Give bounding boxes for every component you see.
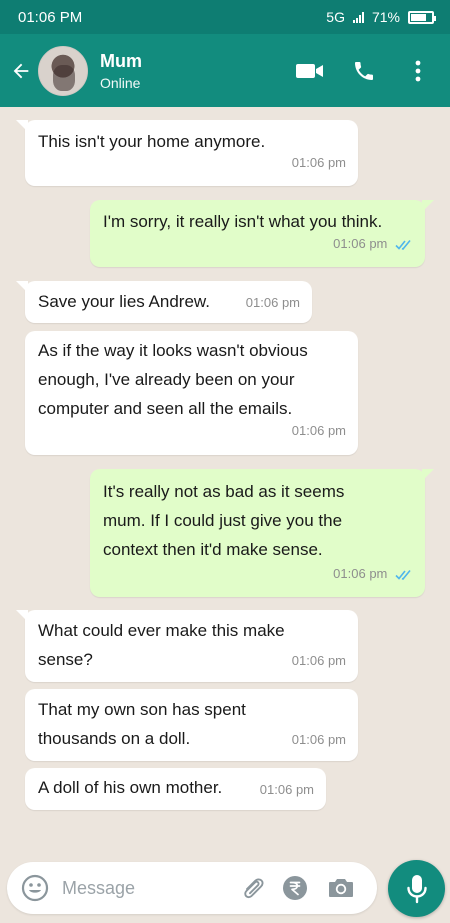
message-input-box[interactable] xyxy=(7,862,377,914)
back-arrow-icon[interactable] xyxy=(4,51,38,91)
message-time: 01:06 pm xyxy=(291,732,346,747)
message-line: A doll of his own mother. xyxy=(38,778,223,797)
message-incoming[interactable]: This isn't your home anymore. 01:06 pm xyxy=(16,120,358,186)
message-text: Save your lies Andrew. xyxy=(38,287,210,316)
chat-header: Mum Online xyxy=(0,34,450,107)
message-incoming[interactable]: What could ever make this make sense? 01… xyxy=(16,610,358,682)
message-line: That my own son has spent xyxy=(38,700,246,719)
message-time: 01:06 pm xyxy=(333,229,413,258)
network-label: 5G xyxy=(326,9,345,25)
video-call-icon[interactable] xyxy=(292,53,328,89)
message-incoming[interactable]: Save your lies Andrew. 01:06 pm xyxy=(16,281,312,323)
camera-icon[interactable] xyxy=(326,873,356,903)
message-time: 01:06 pm xyxy=(291,155,346,170)
message-line: As if the way it looks wasn't obvious xyxy=(38,341,308,360)
double-tick-icon xyxy=(395,569,411,580)
message-outgoing[interactable]: It's really not as bad as it seems mum. … xyxy=(90,469,434,597)
status-bar: 01:06 PM 5G 71% xyxy=(0,0,450,34)
message-text: As if the way it looks wasn't obvious en… xyxy=(38,336,308,423)
message-line: It's really not as bad as it seems xyxy=(103,482,345,501)
battery-icon xyxy=(408,10,436,24)
composer xyxy=(0,858,450,920)
message-line: What could ever make this make xyxy=(38,621,285,640)
message-time: 01:06 pm xyxy=(245,295,300,310)
message-text: It's really not as bad as it seems mum. … xyxy=(103,477,344,564)
message-line: mum. If I could just give you the xyxy=(103,511,343,530)
message-line: enough, I've already been on your xyxy=(38,370,295,389)
message-line: sense? xyxy=(38,650,93,669)
message-text: This isn't your home anymore. xyxy=(38,127,265,156)
status-right: 5G 71% xyxy=(326,9,436,25)
contact-name: Mum xyxy=(100,51,142,71)
message-text: What could ever make this make sense? xyxy=(38,616,285,674)
attach-icon[interactable] xyxy=(238,873,268,903)
more-options-icon[interactable] xyxy=(400,53,436,89)
phone-icon[interactable] xyxy=(346,53,382,89)
message-time: 01:06 pm xyxy=(259,782,314,797)
mic-button[interactable] xyxy=(388,860,445,917)
message-incoming[interactable]: A doll of his own mother. 01:06 pm xyxy=(25,768,326,810)
rupee-icon[interactable] xyxy=(280,873,310,903)
message-incoming[interactable]: That my own son has spent thousands on a… xyxy=(25,689,358,761)
double-tick-icon xyxy=(395,239,411,250)
header-actions xyxy=(292,53,436,89)
message-line: context then it'd make sense. xyxy=(103,540,323,559)
status-time: 01:06 PM xyxy=(18,8,83,26)
contact-status: Online xyxy=(100,75,141,91)
message-incoming[interactable]: As if the way it looks wasn't obvious en… xyxy=(25,331,358,455)
message-time: 01:06 pm xyxy=(333,559,413,588)
message-time-text: 01:06 pm xyxy=(333,566,388,581)
message-text: A doll of his own mother. xyxy=(38,773,222,802)
mic-icon xyxy=(406,874,427,903)
message-line: thousands on a doll. xyxy=(38,729,191,748)
contact-info[interactable]: Mum Online xyxy=(100,50,292,91)
message-text: That my own son has spent thousands on a… xyxy=(38,695,246,753)
emoji-icon[interactable] xyxy=(20,873,50,903)
avatar[interactable] xyxy=(38,45,88,96)
message-line: computer and seen all the emails. xyxy=(38,399,293,418)
message-line: Save your lies Andrew. xyxy=(38,292,210,311)
battery-percent: 71% xyxy=(371,9,400,25)
message-input[interactable] xyxy=(62,877,222,899)
message-line: This isn't your home anymore. xyxy=(38,132,266,151)
message-time: 01:06 pm xyxy=(291,423,346,438)
message-list[interactable]: This isn't your home anymore. 01:06 pm I… xyxy=(0,107,450,849)
message-outgoing[interactable]: I'm sorry, it really isn't what you thin… xyxy=(90,200,434,267)
signal-icon xyxy=(352,11,364,23)
message-time-text: 01:06 pm xyxy=(333,236,388,251)
message-time: 01:06 pm xyxy=(291,653,346,668)
